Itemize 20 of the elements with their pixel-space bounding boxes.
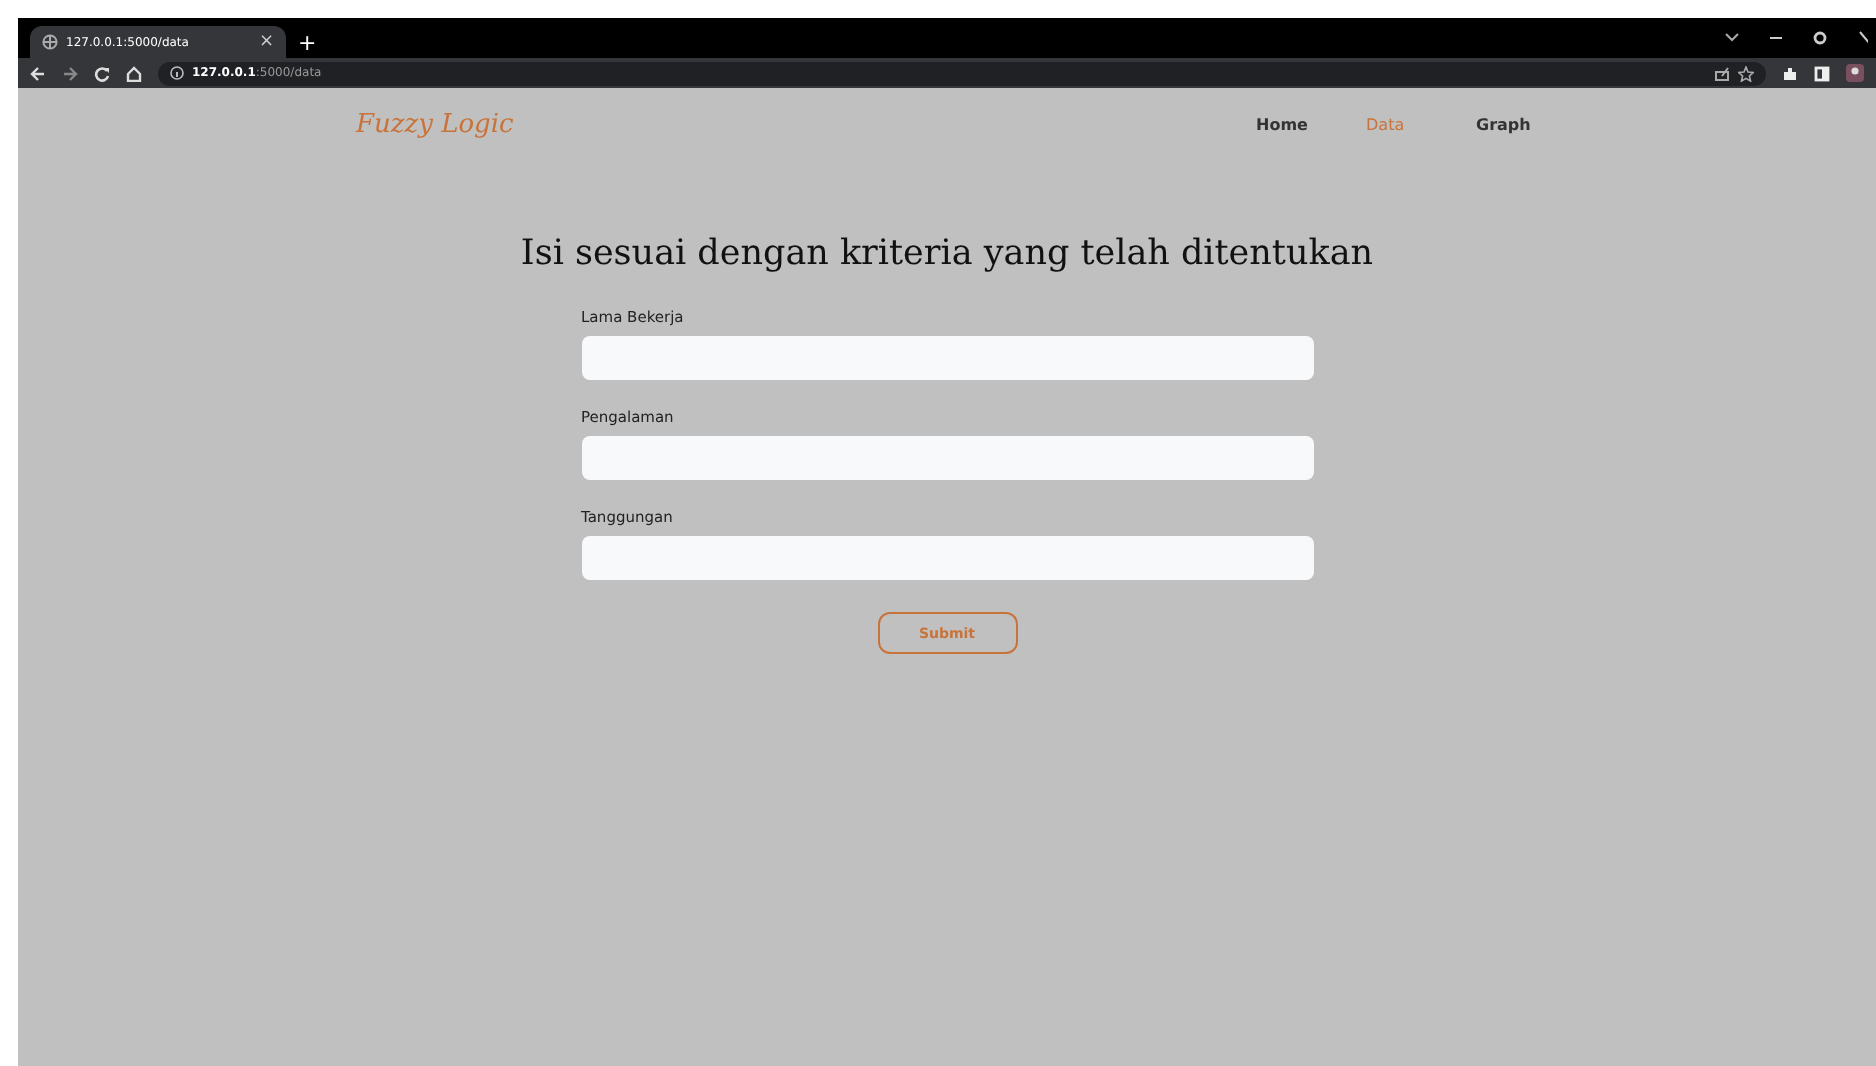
restore-icon[interactable]	[1812, 30, 1828, 46]
reload-icon[interactable]	[94, 65, 110, 81]
back-icon[interactable]	[30, 65, 46, 81]
new-tab-button[interactable]: +	[298, 26, 317, 58]
nav-link[interactable]: Home	[1256, 115, 1366, 133]
page-heading: Isi sesuai dengan kriteria yang telah ditentukan	[518, 234, 1376, 274]
input-field[interactable]	[581, 436, 1313, 480]
avatar-icon[interactable]	[1846, 64, 1864, 82]
home-icon[interactable]	[126, 65, 142, 81]
close-tab-button[interactable]: ×	[258, 32, 274, 52]
input-field[interactable]	[581, 536, 1313, 580]
globe-icon[interactable]	[42, 34, 58, 50]
info-icon[interactable]	[170, 66, 184, 80]
share-icon[interactable]	[1714, 65, 1730, 81]
input-field[interactable]	[581, 336, 1313, 380]
nav-link[interactable]: Graph	[1476, 115, 1586, 133]
sidebar-icon[interactable]	[1814, 65, 1830, 81]
chevron-down-icon[interactable]	[1724, 30, 1740, 46]
star-icon[interactable]	[1738, 65, 1754, 81]
forward-icon[interactable]	[62, 65, 78, 81]
